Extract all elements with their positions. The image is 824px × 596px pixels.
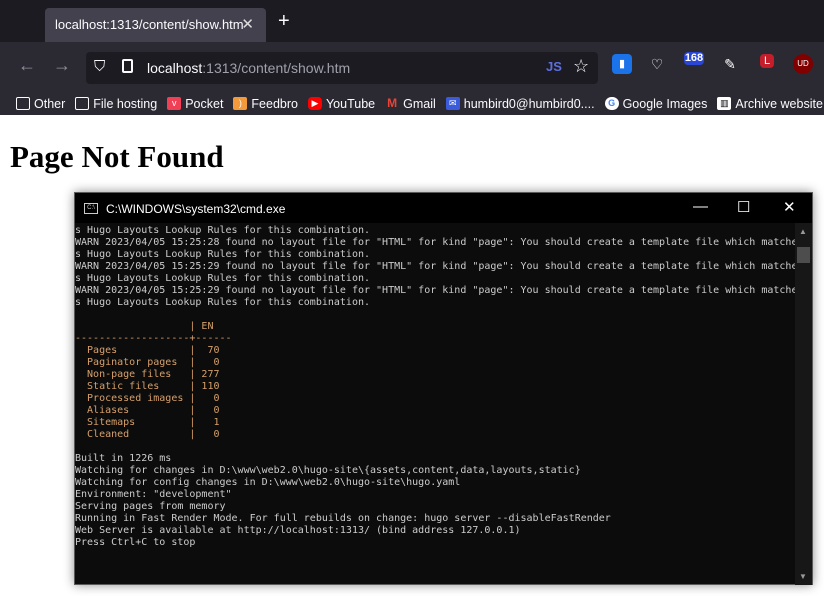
- pocket-icon[interactable]: ♡: [647, 54, 667, 74]
- terminal-line: s Hugo Layouts Lookup Rules for this com…: [75, 273, 371, 284]
- terminal-line: s Hugo Layouts Lookup Rules for this com…: [75, 297, 371, 308]
- terminal-line: Processed images | 0: [75, 393, 220, 404]
- terminal-line: Environment: "development": [75, 489, 232, 500]
- terminal-line: Cleaned | 0: [75, 429, 220, 440]
- new-tab-button[interactable]: +: [278, 10, 290, 33]
- terminal-line: WARN 2023/04/05 15:25:28 found no layout…: [75, 237, 795, 248]
- folder-icon: [75, 97, 90, 110]
- navigation-toolbar: ← → ⛉ localhost:1313/content/show.htm JS…: [0, 42, 824, 92]
- terminal-line: s Hugo Layouts Lookup Rules for this com…: [75, 249, 371, 260]
- archive-icon: ▥: [717, 97, 732, 110]
- lastpass-icon[interactable]: L: [760, 54, 774, 68]
- bookmark-label: YouTube: [325, 96, 376, 111]
- extension-badge-count[interactable]: 168: [684, 52, 704, 65]
- page-icon[interactable]: [122, 59, 133, 73]
- terminal-line: Built in 1226 ms: [75, 453, 172, 464]
- cmd-title-bar[interactable]: C:\ C:\WINDOWS\system32\cmd.exe — ☐ ✕: [75, 193, 812, 223]
- bookmark-label: Archive website: [735, 96, 823, 111]
- mail-icon: ✉: [445, 97, 460, 110]
- minimize-button[interactable]: —: [693, 198, 708, 215]
- cmd-title: C:\WINDOWS\system32\cmd.exe: [106, 202, 286, 216]
- terminal-line: Watching for config changes in D:\www\we…: [75, 477, 461, 488]
- bookmark-youtube[interactable]: ▶ YouTube: [307, 96, 376, 111]
- terminal-line: Web Server is available at http://localh…: [75, 525, 521, 536]
- terminal-line: Press Ctrl+C to stop: [75, 537, 196, 548]
- bookmark-label: File hosting: [93, 96, 158, 111]
- url-text[interactable]: localhost:1313/content/show.htm: [147, 60, 350, 76]
- bookmark-label: Other: [34, 96, 66, 111]
- url-host: localhost: [147, 60, 203, 76]
- terminal-line: Aliases | 0: [75, 405, 220, 416]
- gmail-icon: M: [387, 96, 398, 110]
- terminal-line: Static files | 110: [75, 381, 220, 392]
- scrollbar-thumb[interactable]: [797, 247, 810, 263]
- terminal-line: Watching for changes in D:\www\web2.0\hu…: [75, 465, 581, 476]
- terminal-line: Serving pages from memory: [75, 501, 226, 512]
- back-icon[interactable]: ←: [18, 55, 36, 76]
- bookmark-gmail[interactable]: M Gmail: [385, 97, 436, 111]
- pocket-icon: v: [167, 97, 182, 110]
- terminal-line: Paginator pages | 0: [75, 357, 220, 368]
- address-bar[interactable]: ⛉ localhost:1313/content/show.htm JS ☆: [86, 52, 598, 84]
- bookmark-label: humbird0@humbird0....: [463, 96, 595, 111]
- ublock-icon[interactable]: UD: [793, 54, 813, 74]
- scroll-up-icon[interactable]: ▲: [799, 227, 807, 236]
- close-tab-icon[interactable]: ✕: [241, 15, 254, 33]
- forward-icon[interactable]: →: [53, 55, 71, 76]
- extension-icon[interactable]: ✎: [720, 54, 740, 74]
- terminal-line: Non-page files | 277: [75, 369, 220, 380]
- bookmark-feedbro[interactable]: ) Feedbro: [233, 97, 298, 111]
- bookmark-other[interactable]: Other: [16, 97, 65, 111]
- google-icon: G: [604, 97, 619, 110]
- bookmark-label: Pocket: [185, 96, 224, 111]
- youtube-icon: ▶: [307, 97, 322, 110]
- bookmark-google-images[interactable]: G Google Images: [604, 96, 708, 111]
- bookmark-label: Google Images: [622, 96, 708, 111]
- scroll-down-icon[interactable]: ▼: [799, 572, 807, 581]
- tab-title: localhost:1313/content/show.htm: [55, 17, 244, 32]
- bookmark-file-hosting[interactable]: File hosting: [75, 97, 157, 111]
- rss-icon: ): [233, 97, 248, 110]
- shield-icon[interactable]: ⛉: [94, 58, 105, 75]
- bookmark-pocket[interactable]: v Pocket: [167, 97, 223, 111]
- terminal-line: Sitemaps | 1: [75, 417, 220, 428]
- terminal-line: Running in Fast Render Mode. For full re…: [75, 513, 611, 524]
- bookmark-archive[interactable]: ▥ Archive website: [717, 97, 823, 111]
- terminal-output[interactable]: s Hugo Layouts Lookup Rules for this com…: [75, 223, 795, 585]
- terminal-line: WARN 2023/04/05 15:25:29 found no layout…: [75, 285, 795, 296]
- tab-bar: localhost:1313/content/show.htm ✕ +: [0, 0, 824, 42]
- bookmarks-bar: Other File hosting v Pocket ) Feedbro ▶ You…: [0, 92, 824, 115]
- bookmark-label: Gmail: [403, 96, 436, 111]
- url-path: :1313/content/show.htm: [202, 60, 351, 76]
- cmd-icon: C:\: [84, 203, 98, 214]
- folder-icon: [16, 97, 30, 110]
- terminal-line: -------------------+------: [75, 333, 232, 344]
- bookmark-humbird[interactable]: ✉ humbird0@humbird0....: [445, 96, 595, 111]
- tab-active[interactable]: localhost:1313/content/show.htm ✕: [45, 8, 266, 42]
- scrollbar[interactable]: ▲ ▼: [795, 223, 812, 585]
- javascript-toggle-icon[interactable]: JS: [546, 59, 562, 74]
- terminal-line: | EN: [75, 321, 214, 332]
- cmd-window[interactable]: C:\ C:\WINDOWS\system32\cmd.exe — ☐ ✕ s …: [74, 192, 813, 585]
- extension-icon[interactable]: ▮: [612, 54, 632, 74]
- bookmark-label: Feedbro: [251, 96, 298, 111]
- page-title: Page Not Found: [10, 139, 224, 174]
- close-button[interactable]: ✕: [783, 198, 796, 216]
- terminal-line: WARN 2023/04/05 15:25:29 found no layout…: [75, 261, 795, 272]
- bookmark-star-icon[interactable]: ☆: [573, 56, 589, 77]
- terminal-line: s Hugo Layouts Lookup Rules for this com…: [75, 225, 371, 236]
- terminal-line: Pages | 70: [75, 345, 220, 356]
- maximize-button[interactable]: ☐: [737, 198, 750, 216]
